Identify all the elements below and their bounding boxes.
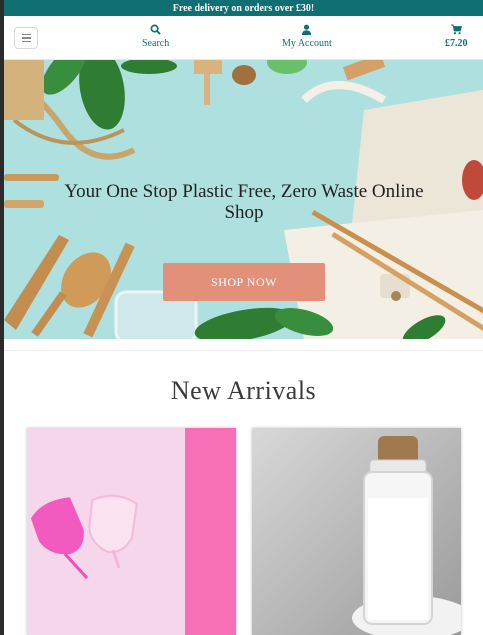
search-link[interactable]: Search — [142, 24, 169, 49]
cart-total: £7.20 — [445, 38, 468, 49]
product-image-menstrual-cups — [27, 428, 236, 635]
search-label: Search — [142, 38, 170, 49]
site-header: Search My Account £7.20 — [4, 16, 483, 60]
product-card-salt-jar[interactable] — [252, 428, 461, 635]
cart-link[interactable]: £7.20 — [445, 24, 468, 49]
promo-text: Free delivery on orders over £30! — [172, 2, 315, 14]
user-icon — [302, 24, 312, 35]
hamburger-icon — [21, 33, 31, 36]
product-image-salt-jar — [252, 428, 461, 635]
hero-title: Your One Stop Plastic Free, Zero Waste O… — [64, 181, 424, 223]
new-arrivals-heading: New Arrivals — [170, 376, 317, 405]
window-frame-edge — [0, 0, 4, 635]
shop-now-button[interactable]: SHOP NOW — [163, 263, 325, 301]
account-link[interactable]: My Account — [282, 24, 332, 49]
cart-icon — [450, 24, 462, 35]
product-card-menstrual-cups[interactable] — [27, 428, 236, 635]
account-label: My Account — [282, 38, 332, 49]
search-icon — [150, 24, 161, 35]
hero-banner: Your One Stop Plastic Free, Zero Waste O… — [4, 60, 483, 339]
menu-button[interactable] — [14, 27, 38, 49]
section-divider — [4, 350, 483, 351]
promo-banner: Free delivery on orders over £30! — [4, 0, 483, 16]
